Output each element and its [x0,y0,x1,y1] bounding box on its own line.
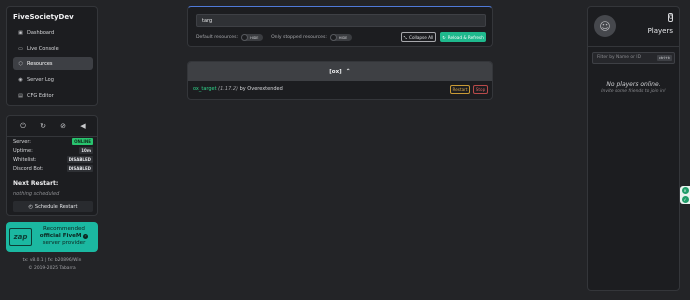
player-filter-placeholder: Filter by Name or ID [597,55,641,60]
sidebar-item-label: Resources [27,60,53,67]
megaphone-icon[interactable]: ◀ [77,120,89,132]
server-controls: ⏻ ↻ ⊘ ◀ [13,120,93,132]
side-widget[interactable]: × ✓ [680,186,690,204]
resource-group-card: [ox] ⌃ ox_target (1.17.2) by Overextende… [187,61,493,100]
clock-icon: ◴ [28,203,33,210]
sidebar-item-label: CFG Editor [27,92,54,99]
toggle-label: HIDE [338,35,348,40]
schedule-restart-label: Schedule Restart [34,203,78,210]
server-status-card: ⏻ ↻ ⊘ ◀ Server: ONLINE Uptime: 10m White… [6,115,98,216]
sidebar-item-label: Dashboard [27,29,55,36]
resource-id: ox_target [193,86,217,92]
users-icon: ☺ [594,15,616,37]
status-badge: ONLINE [72,138,93,145]
dashboard-icon: ▣ [18,29,23,36]
promo-line-2: official FiveM [39,233,82,239]
sidebar-item-resources[interactable]: ⬡ Resources [13,57,93,70]
players-header: ☺ 0 Players [588,7,679,47]
reload-refresh-button[interactable]: ↻ Reload & Refresh [440,32,486,42]
server-status-label: Server: [13,138,31,145]
players-panel: ☺ 0 Players Filter by Name or ID ctrl+k … [587,6,680,291]
resource-search-card: Default resources: HIDE Only stopped res… [187,6,493,47]
stopped-resources-toggle[interactable]: HIDE [329,34,352,41]
promo-text: Recommended official FiveM ✓ server prov… [33,226,95,247]
verified-check-icon: ✓ [83,234,89,239]
restart-icon[interactable]: ↻ [37,120,49,132]
resource-version: (1.17.2) [218,86,238,92]
uptime-label: Uptime: [13,147,33,154]
nav-card: FiveSocietyDev ▣ Dashboard ▭ Live Consol… [6,6,98,106]
stopped-resources-label: Only stopped resources: [271,35,327,40]
eye-icon: ◉ [18,76,23,83]
check-icon[interactable]: ✓ [681,196,689,203]
resource-filters: Default resources: HIDE Only stopped res… [196,34,360,41]
server-name: FiveSocietyDev [13,13,74,21]
toggle-knob [329,34,337,41]
zap-logo: zap [9,228,32,246]
collapse-all-label: Collapse All [409,34,434,40]
promo-line-3: server provider [42,240,86,246]
uptime-badge: 10m [79,147,93,154]
default-resources-toggle[interactable]: HIDE [241,34,264,41]
stop-resource-button[interactable]: Stop [473,85,488,94]
player-count: 0 [668,13,673,22]
divider [7,136,97,137]
sidebar-item-label: Live Console [27,45,59,52]
resource-search-input[interactable] [196,14,486,27]
sidebar-item-dashboard[interactable]: ▣ Dashboard [13,26,93,39]
file-edit-icon: ▤ [18,92,23,99]
next-restart-title: Next Restart: [13,180,59,187]
whitelist-row: Whitelist: DISABLED [13,156,93,163]
discord-bot-badge: DISABLED [66,165,93,172]
reload-refresh-label: Reload & Refresh [447,34,484,40]
schedule-restart-button[interactable]: ◴ Schedule Restart [13,201,93,212]
whitelist-badge: DISABLED [66,156,93,163]
sidebar-item-label: Server Log [27,76,54,83]
resource-author: by Overextended [239,86,283,92]
resource-group-header[interactable]: [ox] ⌃ [188,62,492,81]
box-icon: ⬡ [18,60,23,67]
player-filter-input[interactable]: Filter by Name or ID ctrl+k [592,52,675,64]
power-icon[interactable]: ⏻ [17,120,29,132]
version-info: tx: v8.0.1 | fx: b20896/Win [22,258,82,263]
shortcut-hint: ctrl+k [657,55,672,61]
whitelist-label: Whitelist: [13,156,37,163]
restart-resource-button[interactable]: Restart [450,85,470,94]
sidebar-item-live-console[interactable]: ▭ Live Console [13,42,93,55]
toggle-label: HIDE [250,35,259,40]
resource-name: ox_target (1.17.2) by Overextended [193,86,283,92]
promo-line-1: Recommended [42,226,85,232]
collapse-icon: ⤡ [403,34,408,40]
copyright: © 2019-2025 Tabarra [28,266,76,271]
no-players-title: No players online. [606,81,661,88]
terminal-icon: ▭ [18,45,23,52]
resource-row: ox_target (1.17.2) by Overextended Resta… [188,81,492,99]
chevron-up-icon: ⌃ [345,68,351,75]
refresh-icon: ↻ [442,34,446,40]
zap-hosting-promo[interactable]: zap Recommended official FiveM ✓ server … [6,222,98,252]
players-label: Players [647,27,673,35]
toggle-knob [241,34,249,41]
collapse-all-button[interactable]: ⤡ Collapse All [401,32,436,42]
lock-off-icon[interactable]: ⊘ [57,120,69,132]
sidebar-item-cfg-editor[interactable]: ▤ CFG Editor [13,89,93,102]
server-status-row: Server: ONLINE [13,138,93,145]
resource-group-title: [ox] [329,68,342,75]
discord-bot-row: Discord Bot: DISABLED [13,165,93,172]
next-restart-value: nothing scheduled [13,191,60,197]
no-players-subtitle: Invite some friends to join in! [601,89,666,94]
uptime-row: Uptime: 10m [13,147,93,154]
discord-bot-label: Discord Bot: [13,165,44,172]
default-resources-label: Default resources: [196,35,239,40]
close-icon[interactable]: × [681,187,689,194]
sidebar-item-server-log[interactable]: ◉ Server Log [13,73,93,86]
